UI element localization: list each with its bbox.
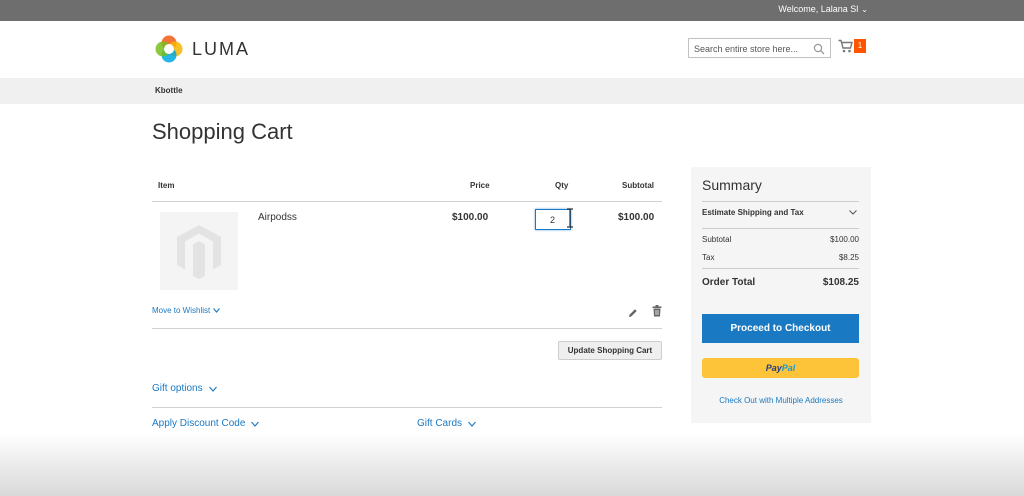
breadcrumb: Kbottle	[0, 78, 1024, 104]
column-header-price: Price	[470, 181, 490, 190]
product-image[interactable]	[160, 212, 238, 290]
chevron-down-icon	[208, 386, 217, 392]
paypal-button[interactable]: PayPal	[702, 358, 859, 378]
estimate-shipping-toggle[interactable]: Estimate Shipping and Tax	[702, 208, 804, 217]
row-divider	[152, 328, 662, 329]
column-header-subtotal: Subtotal	[622, 181, 654, 190]
gift-options-divider	[152, 407, 662, 408]
gift-cards-toggle[interactable]: Gift Cards	[417, 418, 476, 429]
welcome-menu[interactable]: Welcome, Lalana Sl ⌄	[778, 4, 868, 14]
subtotal-label: Subtotal	[702, 235, 732, 244]
cart-summary: Summary Estimate Shipping and Tax Subtot…	[691, 167, 871, 423]
page-title: Shopping Cart	[152, 119, 293, 144]
product-price: $100.00	[452, 212, 489, 223]
multiple-addresses-link[interactable]: Check Out with Multiple Addresses	[691, 396, 871, 405]
table-header-divider	[152, 201, 662, 202]
move-to-wishlist-label: Move to Wishlist	[152, 306, 211, 315]
chevron-down-icon: ⌄	[861, 4, 868, 14]
site-header: LUMA 1	[0, 21, 1024, 78]
order-total-label: Order Total	[702, 277, 756, 288]
breadcrumb-current: Kbottle	[155, 86, 183, 95]
summary-divider	[702, 201, 859, 202]
product-name-link[interactable]: Airpodss	[258, 212, 297, 223]
paypal-pay-text: Pay	[765, 363, 782, 373]
search-box	[688, 38, 831, 58]
apply-discount-toggle[interactable]: Apply Discount Code	[152, 418, 260, 429]
welcome-text: Welcome, Lalana Sl	[778, 4, 859, 14]
text-cursor-icon	[566, 208, 574, 228]
luma-logo-icon	[154, 34, 184, 64]
subtotal-row: Subtotal $100.00	[702, 235, 859, 244]
bottom-fade-overlay	[0, 434, 1024, 496]
paypal-pal-text: Pal	[781, 363, 796, 373]
gift-options-toggle[interactable]: Gift options	[152, 383, 217, 394]
tax-row: Tax $8.25	[702, 253, 859, 262]
gift-options-label: Gift options	[152, 383, 203, 394]
tax-label: Tax	[702, 253, 715, 262]
search-icon[interactable]	[813, 42, 825, 55]
minicart-button[interactable]: 1	[838, 39, 866, 53]
order-total-value: $108.25	[822, 277, 859, 288]
summary-divider	[702, 228, 859, 229]
apply-discount-label: Apply Discount Code	[152, 418, 246, 429]
pencil-icon[interactable]	[628, 305, 638, 317]
trash-icon[interactable]	[652, 304, 662, 317]
logo-link[interactable]: LUMA	[154, 34, 250, 64]
cart-count-badge: 1	[854, 39, 866, 53]
magento-placeholder-icon	[177, 225, 221, 279]
move-to-wishlist-link[interactable]: Move to Wishlist	[152, 306, 221, 315]
subtotal-value: $100.00	[830, 235, 859, 244]
logo-text: LUMA	[192, 38, 251, 59]
order-total-row: Order Total $108.25	[702, 277, 859, 288]
gift-cards-label: Gift Cards	[417, 418, 463, 429]
summary-title: Summary	[702, 177, 762, 193]
chevron-down-icon	[251, 421, 260, 427]
update-shopping-cart-button[interactable]: Update Shopping Cart	[558, 341, 662, 360]
column-header-qty: Qty	[555, 181, 569, 190]
chevron-down-icon	[213, 308, 221, 313]
chevron-down-icon	[849, 210, 857, 215]
search-input[interactable]	[689, 40, 809, 58]
product-subtotal: $100.00	[618, 212, 655, 223]
chevron-down-icon	[468, 421, 476, 427]
column-header-item: Item	[158, 181, 175, 190]
cart-icon	[838, 39, 853, 53]
summary-divider	[702, 268, 859, 269]
top-bar: Welcome, Lalana Sl ⌄	[0, 0, 1024, 21]
proceed-to-checkout-button[interactable]: Proceed to Checkout	[702, 314, 859, 343]
tax-value: $8.25	[838, 253, 859, 262]
